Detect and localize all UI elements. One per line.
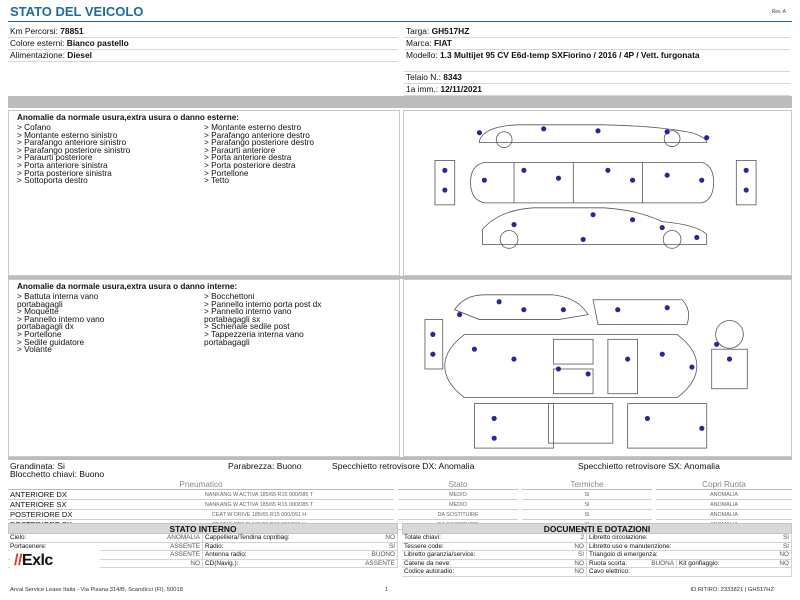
damage-marker xyxy=(664,172,670,178)
damage-marker xyxy=(615,307,621,313)
exterior-car-diagram xyxy=(403,110,792,276)
damage-marker xyxy=(471,346,477,352)
damage-marker xyxy=(743,187,749,193)
damage-marker xyxy=(630,177,636,183)
external-damage-panel: Anomalie da normale usura,extra usura o … xyxy=(8,110,400,276)
damage-marker xyxy=(590,212,596,218)
thermal-header: Termiche xyxy=(522,480,652,490)
title-rule xyxy=(8,21,792,22)
table-row: Libretto garanzia/service: SI Triangolo … xyxy=(402,551,792,560)
damage-marker xyxy=(585,371,591,377)
vehicle-info-left: Km Percorsi: 78851 Colore esterni: Bianc… xyxy=(8,26,398,62)
damage-marker xyxy=(630,217,636,223)
interior-car-diagram-svg xyxy=(424,294,748,449)
damage-marker xyxy=(664,129,670,135)
damage-marker xyxy=(511,356,517,362)
damage-marker xyxy=(560,307,566,313)
chassis-row: Telaio N.: 8343 xyxy=(404,72,790,84)
damage-marker xyxy=(605,167,611,173)
table-row: Tessere code: NO Libretto uso e manutenz… xyxy=(402,542,792,552)
windshield-status: Parabrezza: Buono xyxy=(228,461,302,471)
color-row: Colore esterni: Bianco pastello xyxy=(8,38,398,50)
table-row: Codice autoradio: NO Cavo elettrico: xyxy=(402,568,792,577)
tyres-header-row: Pneumatico Stato Termiche Copri Ruota xyxy=(8,480,792,490)
internal-damage-panel: Anomalie da normale usura,extra usura o … xyxy=(8,279,400,457)
list-item: portabagagli xyxy=(204,336,250,347)
table-row: POSTERIORE DX CEAT W DRIVE 185/65 R15 00… xyxy=(8,509,792,520)
damage-marker xyxy=(541,126,547,132)
damage-marker xyxy=(496,299,502,305)
mirror-sx-status: Specchietto retrovisore SX: Anomalia xyxy=(578,461,720,471)
table-row: ANTERIORE DX NANKANG W ACTIVA 185/65 R15… xyxy=(8,489,792,500)
damage-marker xyxy=(659,225,665,231)
plate-row: Targa: GH517HZ xyxy=(404,26,790,38)
damage-marker xyxy=(644,415,651,421)
section-divider xyxy=(8,457,792,460)
damage-marker xyxy=(511,222,517,228)
damage-marker xyxy=(555,175,562,181)
revision-label: Rev. A xyxy=(771,9,786,15)
internal-state-title: STATO INTERNO xyxy=(8,523,398,534)
exterior-car-diagram-svg xyxy=(434,124,757,249)
tyre-header: Pneumatico xyxy=(8,480,394,490)
list-item: > Tetto xyxy=(204,175,229,186)
table-row: Cielo: ANOMALIA Cappelliera/Tendina copr… xyxy=(8,534,398,543)
footer-address: Arval Service Lease Italia - Via Pisana … xyxy=(10,587,183,593)
damage-marker xyxy=(659,351,665,357)
brand-row: Marca: FIAT xyxy=(404,38,790,50)
list-item: > Volante xyxy=(17,344,52,355)
status-header: Stato xyxy=(398,480,518,490)
damage-marker xyxy=(664,305,670,311)
damage-marker xyxy=(726,356,733,362)
external-damage-col2: > Montante esterno destro > Parafango an… xyxy=(204,123,391,186)
key-block-status: Blocchetto chiavi: Buono xyxy=(10,469,105,479)
cover-header: Copri Ruota xyxy=(656,480,792,490)
footer-page-number: 1 xyxy=(385,587,389,593)
fuel-row: Alimentazione: Diesel xyxy=(8,50,398,62)
external-damage-col1: > Cofano > Montante esterno sinistro > P… xyxy=(17,123,204,186)
table-row: Totale chiavi: 2 Libretto circolazione: … xyxy=(402,534,792,543)
damage-marker xyxy=(595,128,601,134)
vehicle-info-right: Targa: GH517HZ Marca: FIAT Modello: 1.3 … xyxy=(404,26,790,96)
list-item: > Portellone xyxy=(204,167,249,178)
damage-marker xyxy=(699,425,705,431)
damage-marker xyxy=(555,366,562,372)
damage-marker xyxy=(442,167,448,173)
km-row: Km Percorsi: 78851 xyxy=(8,26,398,38)
model-row: Modello: 1.3 Multijet 95 CV E6d-temp SXF… xyxy=(404,50,790,72)
damage-marker xyxy=(714,341,720,347)
damage-marker xyxy=(430,351,436,357)
damage-marker xyxy=(580,236,586,243)
documents-title: DOCUMENTI E DOTAZIONI xyxy=(402,523,792,534)
damage-marker xyxy=(743,167,749,173)
internal-damage-col2: > Bocchettoni > Pannello interno porta p… xyxy=(204,292,391,354)
page-title: STATO DEL VEICOLO xyxy=(10,4,144,19)
damage-marker xyxy=(689,364,695,370)
footer-pickup-id: ID RITIRO: 2333821 | GH517HZ xyxy=(690,587,774,593)
damage-marker xyxy=(699,177,705,183)
damage-marker xyxy=(456,312,463,318)
damage-marker xyxy=(521,307,527,313)
table-row: Catene da neve: NO Ruota scorta: BUONA K… xyxy=(402,559,792,569)
registration-row: 1a imm.: 12/11/2021 xyxy=(404,84,790,96)
damage-marker xyxy=(625,356,631,362)
table-row: ANTERIORE SX NANKANG W ACTIVA 185/65 R15… xyxy=(8,499,792,510)
damage-marker xyxy=(491,415,497,421)
damage-marker xyxy=(704,135,710,141)
list-item: > Sottoporta destro xyxy=(17,175,88,186)
damage-marker xyxy=(694,234,700,241)
section-divider xyxy=(8,96,792,108)
damage-marker xyxy=(476,130,483,136)
internal-damage-col1: > Battuta interna vano portabagagli > Mo… xyxy=(17,292,204,355)
company-logo: //Exlc xyxy=(14,552,53,569)
mirror-dx-status: Specchietto retrovisore DX: Anomalia xyxy=(332,461,475,471)
documents-grid: Totale chiavi: 2 Libretto circolazione: … xyxy=(402,534,792,577)
interior-car-diagram xyxy=(403,279,792,457)
damage-marker xyxy=(481,177,487,183)
damage-marker xyxy=(521,167,527,173)
damage-marker xyxy=(430,331,436,337)
damage-marker xyxy=(442,187,448,193)
damage-marker xyxy=(491,435,497,441)
